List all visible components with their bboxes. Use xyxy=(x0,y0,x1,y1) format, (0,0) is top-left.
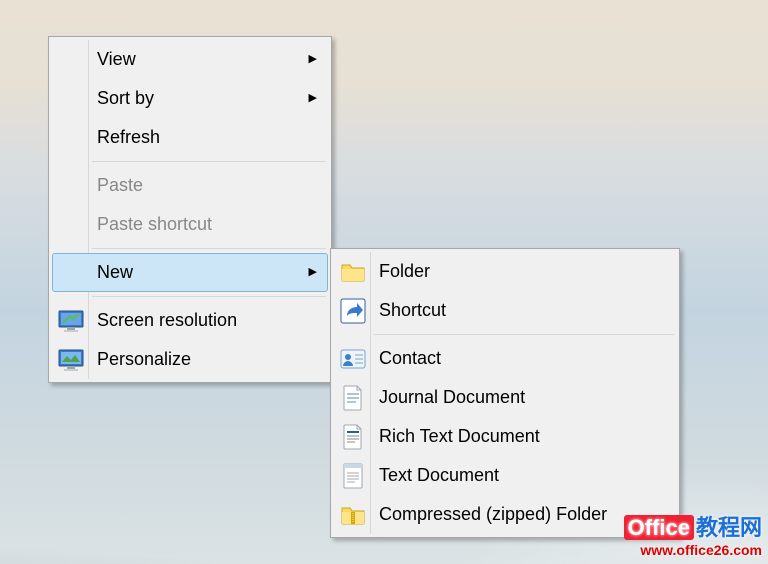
menu-item-paste: Paste xyxy=(52,166,328,205)
watermark-url: www.office26.com xyxy=(624,542,762,558)
menu-item-label: Paste xyxy=(97,175,317,196)
blank-icon xyxy=(57,124,85,152)
menu-separator xyxy=(92,296,326,297)
blank-icon xyxy=(57,172,85,200)
menu-item-new[interactable]: New ▶ xyxy=(52,253,328,292)
submenu-arrow-icon: ▶ xyxy=(309,267,317,278)
menu-item-label: Personalize xyxy=(97,349,317,370)
submenu-item-shortcut[interactable]: Shortcut xyxy=(334,291,676,330)
blank-icon xyxy=(57,211,85,239)
screen-resolution-icon xyxy=(57,307,85,335)
text-icon xyxy=(339,462,367,490)
menu-item-label: Compressed (zipped) Folder xyxy=(379,504,665,525)
submenu-item-zip[interactable]: Compressed (zipped) Folder xyxy=(334,495,676,534)
menu-item-label: Rich Text Document xyxy=(379,426,665,447)
submenu-item-contact[interactable]: Contact xyxy=(334,339,676,378)
new-submenu: Folder Shortcut xyxy=(330,248,680,538)
menu-item-label: Folder xyxy=(379,261,665,282)
submenu-item-folder[interactable]: Folder xyxy=(334,252,676,291)
menu-item-label: Journal Document xyxy=(379,387,665,408)
contact-icon xyxy=(339,345,367,373)
rtf-icon xyxy=(339,423,367,451)
desktop-context-menu: View ▶ Sort by ▶ Refresh Paste Paste sho… xyxy=(48,36,332,383)
menu-item-screen-resolution[interactable]: Screen resolution xyxy=(52,301,328,340)
shortcut-icon xyxy=(339,297,367,325)
menu-item-label: Screen resolution xyxy=(97,310,317,331)
submenu-item-journal[interactable]: Journal Document xyxy=(334,378,676,417)
personalize-icon xyxy=(57,346,85,374)
menu-item-label: Sort by xyxy=(97,88,289,109)
blank-icon xyxy=(57,85,85,113)
menu-item-paste-shortcut: Paste shortcut xyxy=(52,205,328,244)
menu-item-label: Refresh xyxy=(97,127,317,148)
menu-item-refresh[interactable]: Refresh xyxy=(52,118,328,157)
menu-separator xyxy=(92,248,326,249)
menu-item-label: Shortcut xyxy=(379,300,665,321)
blank-icon xyxy=(57,46,85,74)
submenu-item-text[interactable]: Text Document xyxy=(334,456,676,495)
submenu-arrow-icon: ▶ xyxy=(309,54,317,65)
menu-item-personalize[interactable]: Personalize xyxy=(52,340,328,379)
menu-separator xyxy=(374,334,674,335)
menu-item-label: New xyxy=(97,262,289,283)
menu-separator xyxy=(92,161,326,162)
submenu-item-rtf[interactable]: Rich Text Document xyxy=(334,417,676,456)
blank-icon xyxy=(57,259,85,287)
menu-item-label: Paste shortcut xyxy=(97,214,317,235)
menu-item-view[interactable]: View ▶ xyxy=(52,40,328,79)
menu-item-sort-by[interactable]: Sort by ▶ xyxy=(52,79,328,118)
folder-icon xyxy=(339,258,367,286)
menu-item-label: View xyxy=(97,49,289,70)
zip-icon xyxy=(339,501,367,529)
journal-icon xyxy=(339,384,367,412)
menu-item-label: Text Document xyxy=(379,465,665,486)
watermark-title: 教程网 xyxy=(696,515,762,540)
menu-item-label: Contact xyxy=(379,348,665,369)
submenu-arrow-icon: ▶ xyxy=(309,93,317,104)
